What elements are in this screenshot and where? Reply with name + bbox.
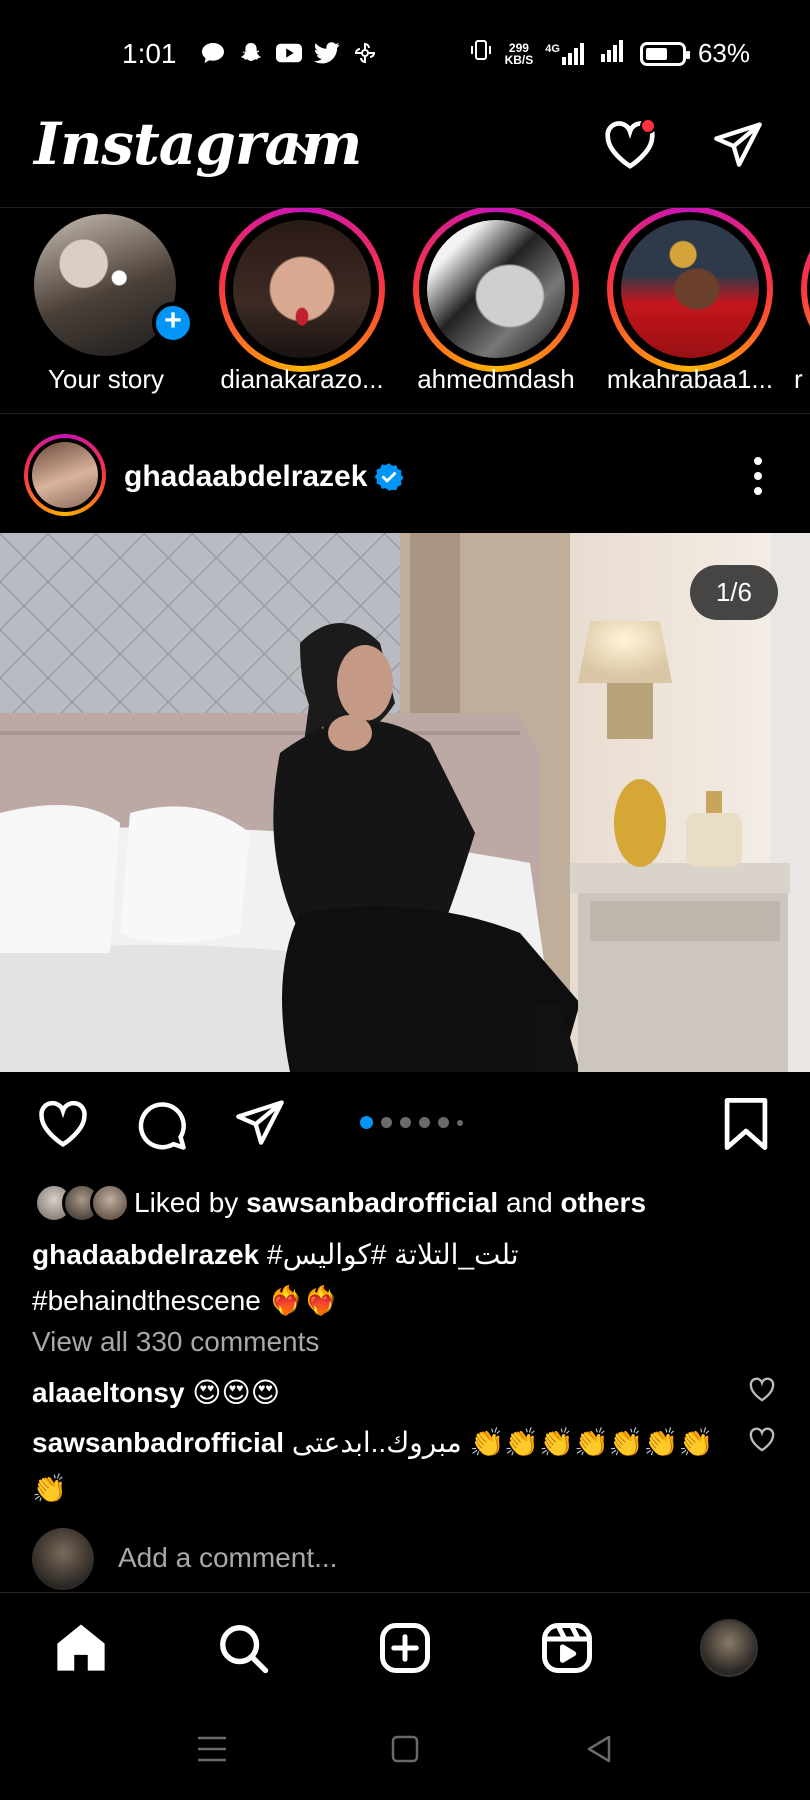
network-speed: 299 KB/S [504,40,534,67]
add-story-plus-icon[interactable]: + [152,302,194,344]
battery-percent: 63% [697,38,750,68]
story-ring [801,208,810,372]
post-header: ghadaabdelrazek [0,416,810,532]
post-image [0,533,810,1072]
like-heart-icon[interactable] [36,1098,90,1153]
post-username[interactable]: ghadaabdelrazek [124,460,367,494]
youtube-icon [276,40,302,66]
app-header: Instagram [0,100,810,208]
avatar [90,1183,130,1223]
stories-tray[interactable]: + Your story dianakarazo... ahmedmdash m… [0,208,810,414]
verified-badge-icon [374,462,404,497]
battery-fill [645,47,667,60]
status-bar: 1:01 299 KB/S 4G 63% [0,0,810,100]
comment-icon[interactable] [134,1098,188,1157]
liked-by-row[interactable]: Liked by sawsanbadrofficial and others [34,1180,646,1226]
bottom-nav [0,1592,810,1704]
comment-item: alaaeltonsy 😍😍😍 [32,1370,722,1416]
comment-like-heart-icon[interactable] [748,1426,776,1457]
search-icon[interactable] [216,1621,270,1680]
battery-icon [639,41,690,66]
caption-line-2: #behaindthescene ❤️‍🔥❤️‍🔥 [32,1285,339,1316]
carousel-dot [400,1117,411,1128]
status-time: 1:01 [122,38,177,69]
post-caption: ghadaabdelrazek #تلت_التلاتة #كواليس #be… [32,1232,772,1324]
carousel-dot [360,1116,373,1129]
profile-avatar-tab[interactable] [700,1619,758,1677]
carousel-dot [381,1117,392,1128]
share-send-icon[interactable] [234,1098,286,1151]
cell-signal-2-icon [598,38,628,69]
comment-text: 😍😍😍 [184,1377,280,1408]
twitter-icon [314,40,340,66]
carousel-counter: 1/6 [689,565,778,620]
system-nav-bar [0,1704,810,1800]
vibrate-icon [469,38,493,69]
reels-icon[interactable] [540,1621,594,1680]
home-square-icon[interactable] [390,1734,420,1769]
direct-message-icon[interactable] [712,120,764,173]
notification-badge [640,118,656,134]
cell-signal-icon: 4G [545,42,586,65]
save-bookmark-icon[interactable] [722,1098,770,1155]
add-comment-row[interactable]: Add a comment... [0,1524,810,1594]
chat-bubble-icon [200,40,226,66]
back-triangle-icon[interactable] [584,1734,614,1769]
comment-username[interactable]: alaaeltonsy [32,1377,185,1408]
avatar [427,220,565,358]
snapchat-icon [238,40,264,66]
add-comment-input[interactable]: Add a comment... [118,1542,337,1574]
liked-user-link[interactable]: sawsanbadrofficial [246,1187,498,1219]
caption-text: #تلت_التلاتة #كواليس [259,1239,519,1270]
more-options-icon[interactable] [752,456,764,501]
carousel-dot [438,1117,449,1128]
status-app-icons [200,40,378,66]
post-photo[interactable]: 1/6 [0,533,810,1072]
avatar [621,220,759,358]
carousel-dot [419,1117,430,1128]
home-icon[interactable] [54,1621,108,1678]
carousel-dot [457,1119,463,1126]
avatar[interactable] [32,442,98,508]
carousel-dots [360,1116,463,1129]
new-post-icon[interactable] [378,1621,432,1680]
comment-username[interactable]: sawsanbadrofficial [32,1427,284,1458]
chevron-down-icon[interactable] [294,140,320,163]
menu-lines-icon[interactable] [196,1734,228,1769]
post-actions [0,1072,810,1174]
avatar [32,1528,94,1590]
others-link[interactable]: others [560,1187,646,1219]
status-right: 299 KB/S 4G 63% [469,38,750,69]
pinwheel-icon [352,40,378,66]
comment-item: sawsanbadrofficial مبروك..ابدعتى 👏👏👏👏👏👏👏… [32,1420,722,1512]
liker-avatars [34,1183,130,1223]
caption-username[interactable]: ghadaabdelrazek [32,1239,259,1270]
view-all-comments-link[interactable]: View all 330 comments [32,1326,319,1358]
comment-like-heart-icon[interactable] [748,1376,776,1407]
avatar [233,220,371,358]
